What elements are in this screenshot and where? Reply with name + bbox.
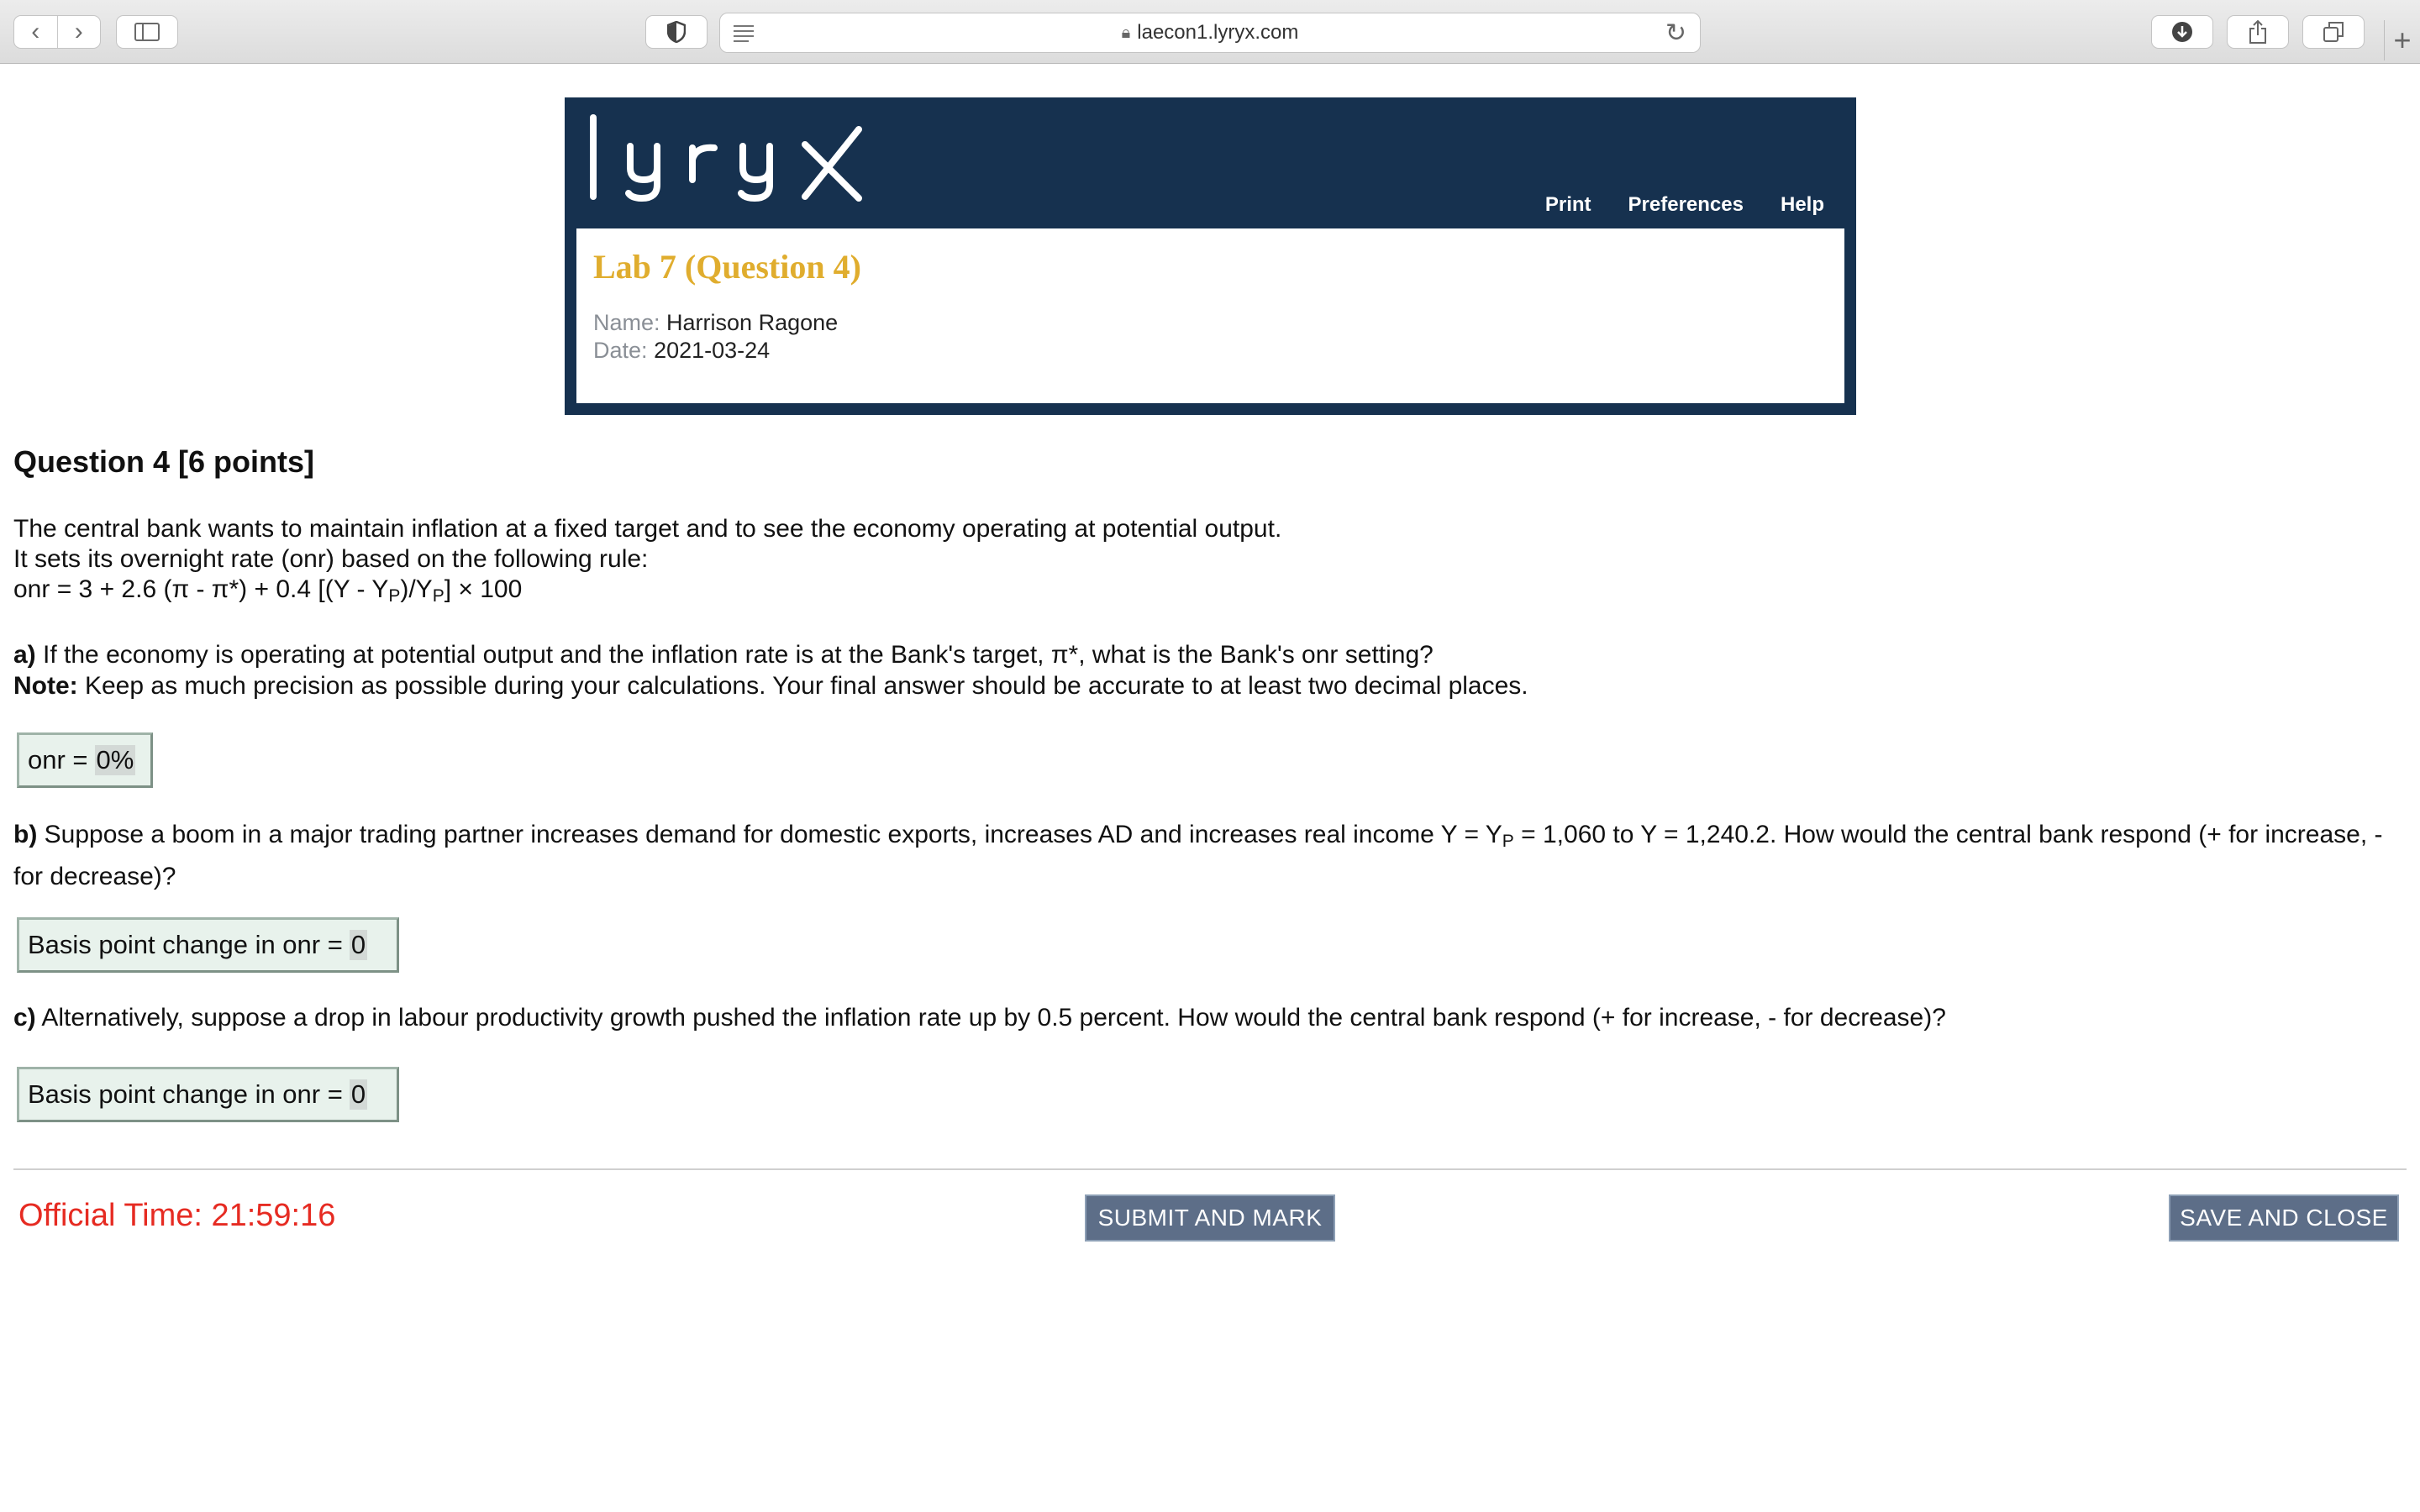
- official-time: Official Time: 21:59:16: [18, 1198, 336, 1233]
- part-b-label: b): [13, 821, 38, 848]
- policy-rule: onr = 3 + 2.6 (π - π*) + 0.4 [(Y - YP)/Y…: [13, 575, 1281, 612]
- rule-part: onr = 3 + 2.6 (π - π*) + 0.4 [(Y - Y: [13, 575, 389, 603]
- download-icon: [2172, 22, 2192, 42]
- lab-title: Lab 7 (Question 4): [593, 248, 861, 286]
- forward-icon[interactable]: ›: [56, 16, 101, 48]
- preferences-link[interactable]: Preferences: [1628, 193, 1744, 217]
- part-b-subscript: P: [1502, 832, 1514, 851]
- share-button[interactable]: [2227, 15, 2289, 49]
- part-c: c) Alternatively, suppose a drop in labo…: [13, 1002, 1946, 1033]
- rule-subscript: P: [432, 586, 445, 606]
- sidebar-toggle-button[interactable]: [116, 15, 178, 49]
- answer-b-prefix: Basis point change in onr =: [28, 930, 343, 959]
- lyryx-header: Print Preferences Help Lab 7 (Question 4…: [565, 97, 1856, 415]
- answer-b-field[interactable]: Basis point change in onr = 0: [17, 917, 399, 973]
- lyryx-logo: [590, 114, 862, 202]
- name-value: Harrison Ragone: [666, 310, 839, 335]
- help-link[interactable]: Help: [1781, 193, 1824, 217]
- privacy-report-button[interactable]: [645, 15, 708, 49]
- answer-a-value[interactable]: 0%: [94, 745, 136, 775]
- back-icon[interactable]: ‹: [14, 16, 57, 48]
- rule-subscript: P: [388, 586, 401, 606]
- answer-a-prefix: onr =: [28, 745, 88, 774]
- note-text: Keep as much precision as possible durin…: [77, 672, 1528, 700]
- print-link[interactable]: Print: [1545, 193, 1591, 217]
- intro-line-2: It sets its overnight rate (onr) based o…: [13, 545, 649, 573]
- note-label: Note:: [13, 672, 78, 700]
- part-c-label: c): [13, 1004, 36, 1032]
- question-intro: The central bank wants to maintain infla…: [13, 514, 1281, 612]
- tabs-icon: [2323, 22, 2344, 42]
- part-b-text-1: Suppose a boom in a major trading partne…: [37, 821, 1502, 848]
- question-title: Question 4 [6 points]: [13, 444, 315, 479]
- answer-c-prefix: Basis point change in onr =: [28, 1079, 343, 1109]
- part-a-text: If the economy is operating at potential…: [35, 641, 1434, 669]
- date-label: Date:: [593, 338, 648, 363]
- share-icon: [2249, 19, 2266, 44]
- answer-c-value[interactable]: 0: [349, 1079, 368, 1110]
- reload-icon[interactable]: ↻: [1665, 18, 1686, 48]
- student-meta: Name: Harrison Ragone Date: 2021-03-24: [593, 309, 838, 365]
- top-nav: Print Preferences Help: [1545, 193, 1824, 217]
- browser-toolbar: ‹ › 🔒︎ laecon1.lyryx.com ↻ +: [0, 0, 2420, 64]
- url-text: laecon1.lyryx.com: [1137, 21, 1299, 44]
- rule-part: ] × 100: [444, 575, 523, 603]
- rule-part: )/Y: [400, 575, 433, 603]
- submit-and-mark-button[interactable]: SUBMIT AND MARK: [1085, 1194, 1335, 1242]
- downloads-button[interactable]: [2151, 15, 2213, 49]
- answer-c-field[interactable]: Basis point change in onr = 0: [17, 1067, 399, 1122]
- divider: [13, 1168, 2407, 1170]
- sidebar-icon: [134, 23, 160, 41]
- nav-buttons: ‹ ›: [13, 15, 101, 49]
- date-value: 2021-03-24: [654, 338, 771, 363]
- part-a-label: a): [13, 641, 36, 669]
- address-bar[interactable]: 🔒︎ laecon1.lyryx.com ↻: [719, 13, 1701, 53]
- lock-icon: 🔒︎: [1121, 23, 1131, 42]
- lab-info-panel: Lab 7 (Question 4) Name: Harrison Ragone…: [576, 228, 1844, 403]
- answer-b-value[interactable]: 0: [349, 930, 368, 960]
- part-c-text: Alternatively, suppose a drop in labour …: [35, 1004, 1946, 1032]
- save-and-close-button[interactable]: SAVE AND CLOSE: [2169, 1194, 2399, 1242]
- part-b: b) Suppose a boom in a major trading par…: [13, 817, 2391, 895]
- reader-icon[interactable]: [732, 22, 755, 50]
- shield-icon: [667, 21, 686, 43]
- intro-line-1: The central bank wants to maintain infla…: [13, 515, 1282, 543]
- answer-a-field[interactable]: onr = 0%: [17, 732, 153, 788]
- name-label: Name:: [593, 310, 660, 335]
- tabs-overview-button[interactable]: [2302, 15, 2365, 49]
- part-a: a) If the economy is operating at potent…: [13, 639, 1528, 701]
- new-tab-icon[interactable]: +: [2384, 20, 2420, 60]
